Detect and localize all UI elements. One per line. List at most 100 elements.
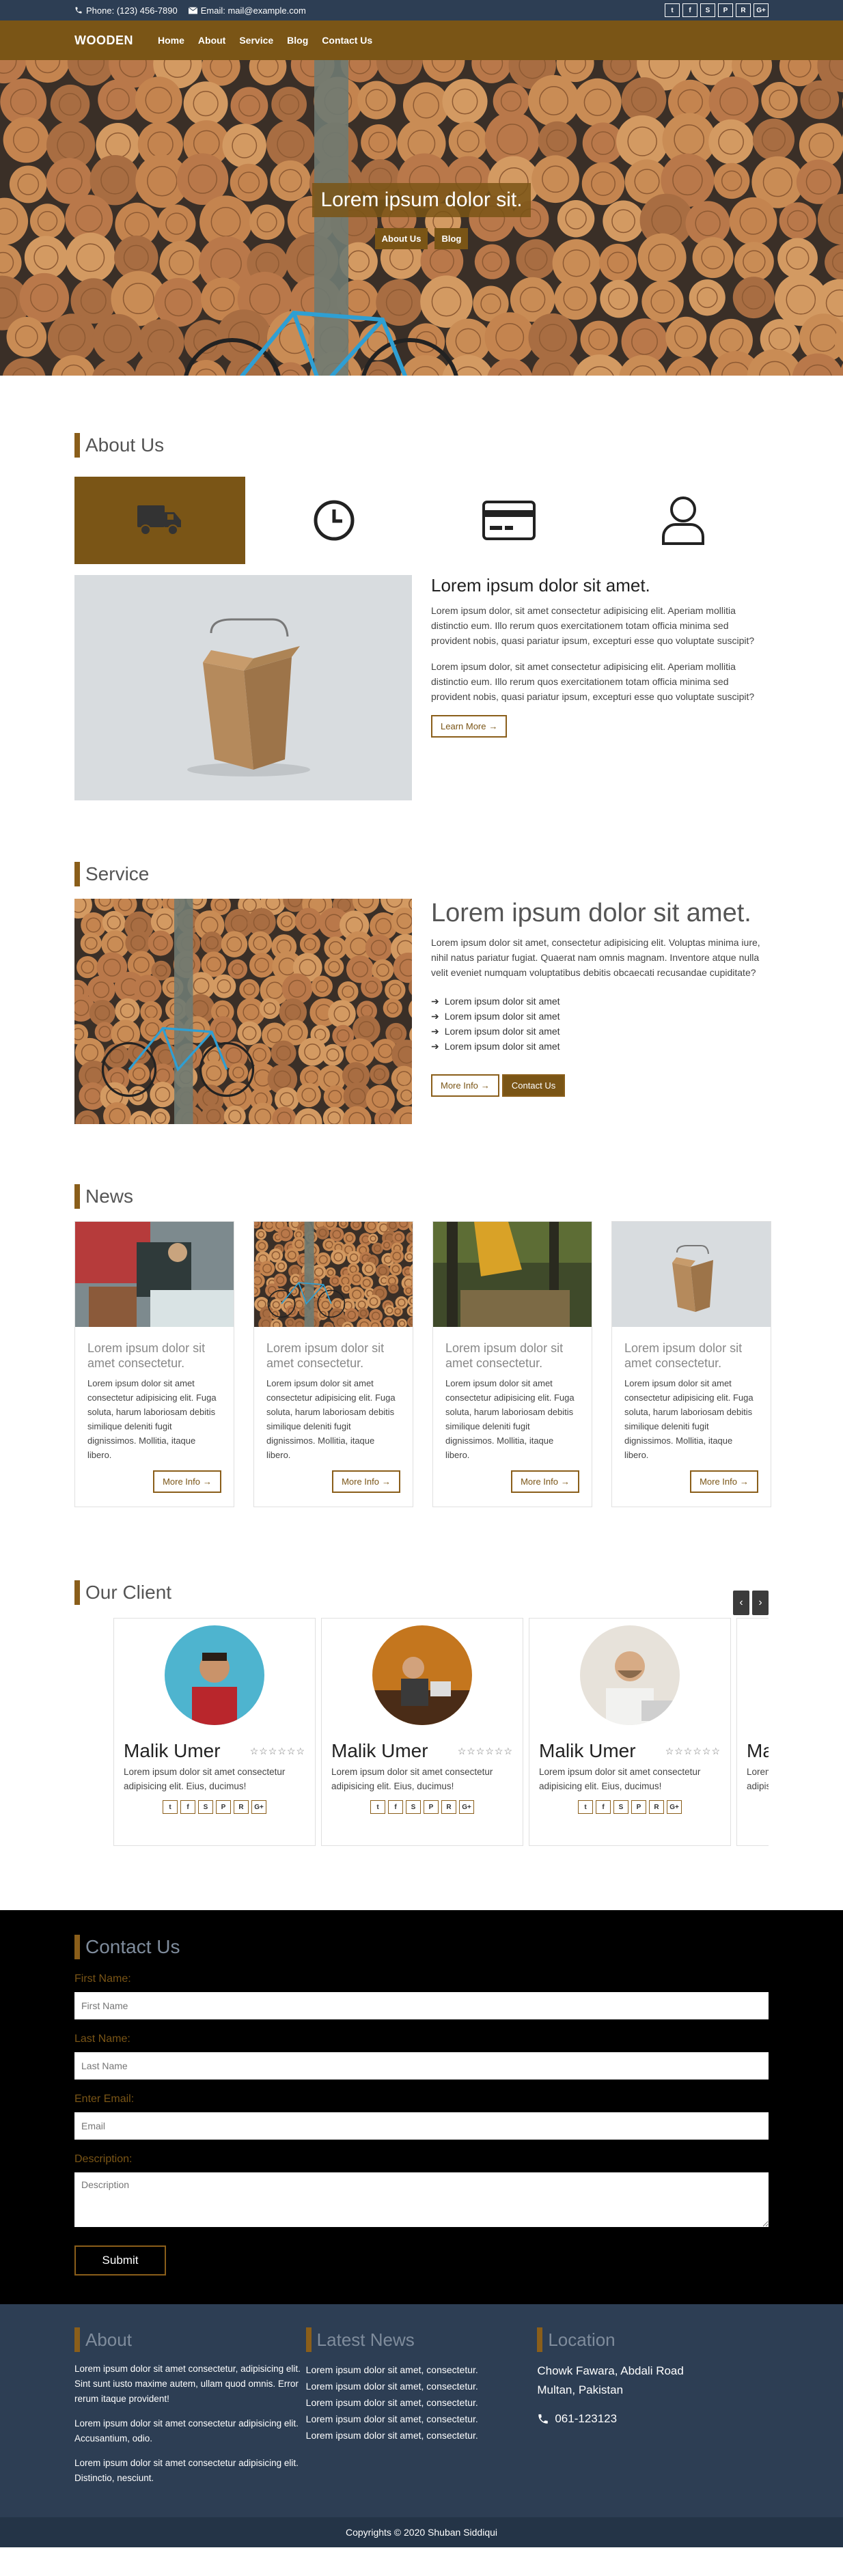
skype-icon[interactable]: S — [613, 1800, 628, 1814]
takeout-box-image — [74, 575, 412, 800]
twitter-icon[interactable]: t — [370, 1800, 385, 1814]
rss-icon[interactable]: R — [736, 3, 751, 17]
feature-account[interactable] — [598, 477, 769, 564]
news-card[interactable]: Lorem ipsum dolor sit amet consectetur. … — [74, 1221, 234, 1507]
client-card: Malik Umer ☆☆☆☆☆☆ Lorem ipsum dolor sit a… — [113, 1618, 316, 1846]
rating-stars: ☆☆☆☆☆☆ — [665, 1745, 721, 1756]
news-card[interactable]: Lorem ipsum dolor sit amet consectetur. … — [611, 1221, 771, 1507]
rss-icon[interactable]: R — [234, 1800, 249, 1814]
brand-logo[interactable]: WOODEN — [74, 33, 133, 48]
news-thumbnail-lumberjack — [75, 1222, 234, 1327]
carousel-next-button[interactable]: › — [752, 1591, 769, 1615]
service-paragraph: Lorem ipsum dolor sit amet, consectetur … — [431, 937, 760, 978]
client-card: Malik Umer ☆☆☆☆☆☆ Lorem ipsum dolor sit a… — [321, 1618, 523, 1846]
learn-more-label: Learn More — [441, 721, 486, 731]
twitter-icon[interactable]: t — [163, 1800, 178, 1814]
carousel-prev-button[interactable]: ‹ — [733, 1591, 749, 1615]
client-name: Malik Umer — [539, 1740, 636, 1761]
news-card[interactable]: Lorem ipsum dolor sit amet consectetur. … — [432, 1221, 592, 1507]
hero-banner: Lorem ipsum dolor sit. About Us Blog — [0, 60, 843, 376]
google-plus-icon[interactable]: G+ — [459, 1800, 474, 1814]
contact-title: Contact Us — [74, 1935, 769, 1959]
google-plus-icon[interactable]: G+ — [251, 1800, 266, 1814]
pinterest-icon[interactable]: P — [216, 1800, 231, 1814]
description-label: Description: — [74, 2153, 133, 2165]
title-accent-bar — [305, 2327, 312, 2352]
news-thumbnail-forest — [433, 1222, 592, 1327]
phone-icon — [538, 2414, 549, 2424]
description-field[interactable] — [74, 2172, 769, 2227]
pinterest-icon[interactable]: P — [424, 1800, 439, 1814]
facebook-icon[interactable]: f — [682, 3, 697, 17]
rating-stars: ☆☆☆☆☆☆ — [457, 1745, 513, 1756]
arrow-right-icon: → — [561, 1476, 570, 1487]
more-info-button[interactable]: More Info → — [431, 1074, 499, 1097]
news-thumbnail-box — [612, 1222, 771, 1327]
footer-news-link[interactable]: Lorem ipsum dolor sit amet, consectetur. — [306, 2378, 538, 2394]
facebook-icon[interactable]: f — [596, 1800, 611, 1814]
news-card[interactable]: Lorem ipsum dolor sit amet consectetur. … — [253, 1221, 413, 1507]
nav-contact[interactable]: Contact Us — [322, 35, 372, 46]
twitter-icon[interactable]: t — [665, 3, 680, 17]
avatar — [580, 1625, 680, 1725]
twitter-icon[interactable]: t — [578, 1800, 593, 1814]
nav-home[interactable]: Home — [158, 35, 184, 46]
truck-icon — [137, 505, 181, 535]
email-label: Enter Email: — [74, 2093, 135, 2105]
learn-more-button[interactable]: Learn More → — [431, 715, 508, 738]
more-info-button[interactable]: More Info → — [153, 1470, 221, 1493]
last-name-label: Last Name: — [74, 2033, 130, 2045]
facebook-icon[interactable]: f — [388, 1800, 403, 1814]
rss-icon[interactable]: R — [649, 1800, 664, 1814]
footer-news-link[interactable]: Lorem ipsum dolor sit amet, consectetur. — [306, 2394, 538, 2411]
news-section: News Lorem ipsum dolor sit amet consecte… — [74, 1184, 771, 1507]
title-accent-bar — [74, 1935, 80, 1959]
feature-delivery[interactable] — [74, 477, 245, 564]
arrow-right-icon: → — [480, 1080, 490, 1091]
google-plus-icon[interactable]: G+ — [754, 3, 769, 17]
rss-icon[interactable]: R — [441, 1800, 456, 1814]
nav-about[interactable]: About — [198, 35, 225, 46]
skype-icon[interactable]: S — [198, 1800, 213, 1814]
hero-blog-button[interactable]: Blog — [434, 228, 469, 249]
news-text: Lorem ipsum dolor sit amet consectetur a… — [87, 1378, 217, 1460]
arrow-right-icon: → — [203, 1476, 212, 1487]
nav-blog[interactable]: Blog — [287, 35, 308, 46]
footer-news-link[interactable]: Lorem ipsum dolor sit amet, consectetur. — [306, 2362, 538, 2378]
client-name: Malik Umer — [747, 1740, 769, 1761]
address-line: Multan, Pakistan — [537, 2383, 624, 2396]
phone-text: Phone: (123) 456-7890 — [86, 5, 178, 16]
email-field[interactable] — [74, 2112, 769, 2140]
more-info-label: More Info — [441, 1080, 478, 1091]
facebook-icon[interactable]: f — [180, 1800, 195, 1814]
google-plus-icon[interactable]: G+ — [667, 1800, 682, 1814]
skype-icon[interactable]: S — [406, 1800, 421, 1814]
list-item: ➔ Lorem ipsum dolor sit amet — [431, 1009, 769, 1024]
service-list: ➔ Lorem ipsum dolor sit amet ➔ Lorem ipsum… — [431, 994, 769, 1054]
service-title-text: Service — [85, 863, 150, 884]
more-info-button[interactable]: More Info → — [690, 1470, 758, 1493]
more-info-button[interactable]: More Info → — [511, 1470, 579, 1493]
pinterest-icon[interactable]: P — [718, 3, 733, 17]
pinterest-icon[interactable]: P — [631, 1800, 646, 1814]
footer-news-link[interactable]: Lorem ipsum dolor sit amet, consectetur. — [306, 2427, 538, 2444]
title-accent-bar — [74, 1184, 80, 1209]
client-card: Malik Umer ☆☆☆☆☆☆ Lorem ipsum dolor sit a… — [529, 1618, 731, 1846]
footer-news-link[interactable]: Lorem ipsum dolor sit amet, consectetur. — [306, 2411, 538, 2427]
skype-icon[interactable]: S — [700, 3, 715, 17]
feature-time[interactable] — [249, 477, 419, 564]
submit-button[interactable]: Submit — [74, 2245, 166, 2276]
contact-us-button[interactable]: Contact Us — [501, 1074, 566, 1097]
client-testimonial: Lorem ipsum dolor sit amet consectetur a… — [331, 1767, 493, 1791]
news-heading: Lorem ipsum dolor sit amet consectetur. — [624, 1341, 743, 1370]
last-name-field[interactable] — [74, 2052, 769, 2080]
about-paragraph-2: Lorem ipsum dolor, sit amet consectetur … — [431, 661, 755, 702]
nav-service[interactable]: Service — [239, 35, 273, 46]
phone-icon — [75, 7, 82, 14]
more-info-button[interactable]: More Info → — [332, 1470, 400, 1493]
about-paragraph-1: Lorem ipsum dolor, sit amet consectetur … — [431, 605, 755, 646]
hero-about-button[interactable]: About Us — [374, 228, 428, 249]
about-heading: Lorem ipsum dolor sit amet. — [431, 575, 650, 596]
feature-payment[interactable] — [424, 477, 594, 564]
first-name-field[interactable] — [74, 1992, 769, 2019]
